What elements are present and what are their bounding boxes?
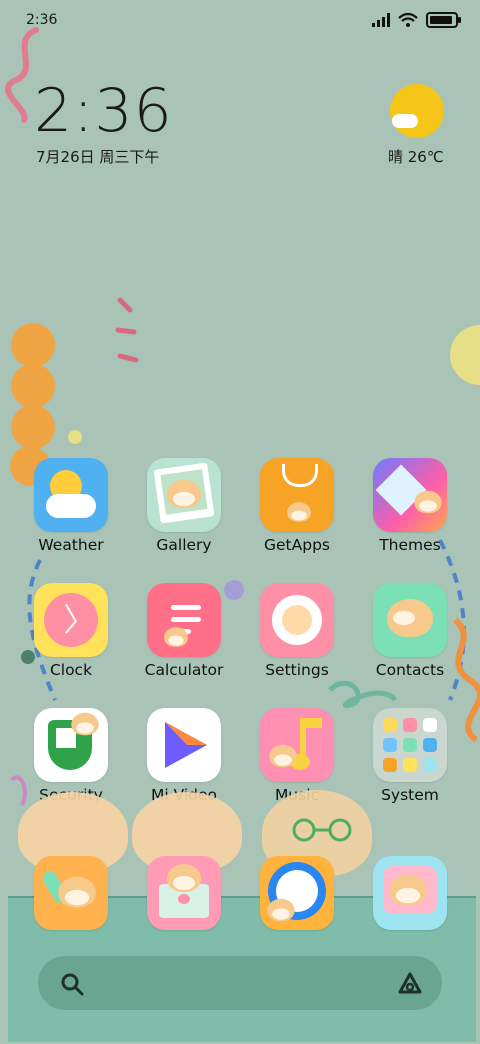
signal-icon bbox=[372, 13, 390, 27]
app-contacts[interactable]: Contacts bbox=[360, 583, 460, 679]
wifi-icon bbox=[398, 13, 418, 27]
status-icons bbox=[372, 12, 461, 28]
weather-icon bbox=[34, 458, 108, 532]
gear-icon bbox=[260, 583, 334, 657]
themes-icon bbox=[373, 458, 447, 532]
search-bar[interactable] bbox=[38, 956, 442, 1010]
camera-icon bbox=[373, 856, 447, 930]
app-label-clock: Clock bbox=[49, 661, 93, 679]
app-camera[interactable] bbox=[360, 856, 460, 930]
shopping-bag-icon bbox=[260, 458, 334, 532]
folder-icon bbox=[373, 708, 447, 782]
app-themes[interactable]: Themes bbox=[360, 458, 460, 554]
app-browser[interactable] bbox=[247, 856, 347, 930]
app-label-weather: Weather bbox=[38, 536, 104, 554]
envelope-icon bbox=[147, 856, 221, 930]
calculator-icon bbox=[147, 583, 221, 657]
clock-widget-time[interactable]: 2:36 bbox=[34, 76, 173, 146]
app-phone[interactable] bbox=[21, 856, 121, 930]
status-time: 2:36 bbox=[26, 12, 58, 28]
clock-widget-date[interactable]: 7月26日 周三下午 bbox=[36, 146, 159, 167]
folder-system[interactable]: System bbox=[360, 708, 460, 804]
shield-icon bbox=[34, 708, 108, 782]
app-music[interactable]: Music bbox=[247, 708, 347, 804]
app-settings[interactable]: Settings bbox=[247, 583, 347, 679]
app-mi-video[interactable]: Mi Video bbox=[134, 708, 234, 804]
play-triangle bbox=[165, 722, 207, 768]
music-note-icon bbox=[260, 708, 334, 782]
gallery-icon bbox=[147, 458, 221, 532]
search-icon[interactable] bbox=[60, 972, 86, 998]
glasses-icon bbox=[288, 818, 360, 842]
browser-icon bbox=[260, 856, 334, 930]
sun-cloud-icon[interactable] bbox=[390, 84, 444, 138]
app-clock[interactable]: Clock bbox=[21, 583, 121, 679]
contacts-icon bbox=[373, 583, 447, 657]
assistant-icon[interactable] bbox=[396, 970, 424, 996]
app-security[interactable]: Security bbox=[21, 708, 121, 804]
app-label-settings: Settings bbox=[265, 661, 329, 679]
weather-widget-text[interactable]: 晴 26℃ bbox=[388, 146, 444, 167]
play-icon bbox=[147, 708, 221, 782]
cloud-icon bbox=[392, 114, 418, 128]
clock-icon bbox=[34, 583, 108, 657]
app-messaging[interactable] bbox=[134, 856, 234, 930]
app-gallery[interactable]: Gallery bbox=[134, 458, 234, 554]
phone-icon bbox=[34, 856, 108, 930]
app-label-themes: Themes bbox=[379, 536, 441, 554]
app-calculator[interactable]: Calculator bbox=[134, 583, 234, 679]
app-getapps[interactable]: GetApps bbox=[247, 458, 347, 554]
app-weather[interactable]: Weather bbox=[21, 458, 121, 554]
app-label-contacts: Contacts bbox=[375, 661, 445, 679]
status-bar: 2:36 bbox=[0, 0, 480, 40]
folder-label-system: System bbox=[381, 786, 439, 804]
battery-icon bbox=[426, 12, 461, 28]
app-label-getapps: GetApps bbox=[264, 536, 330, 554]
app-label-calculator: Calculator bbox=[144, 661, 224, 679]
app-label-gallery: Gallery bbox=[156, 536, 212, 554]
